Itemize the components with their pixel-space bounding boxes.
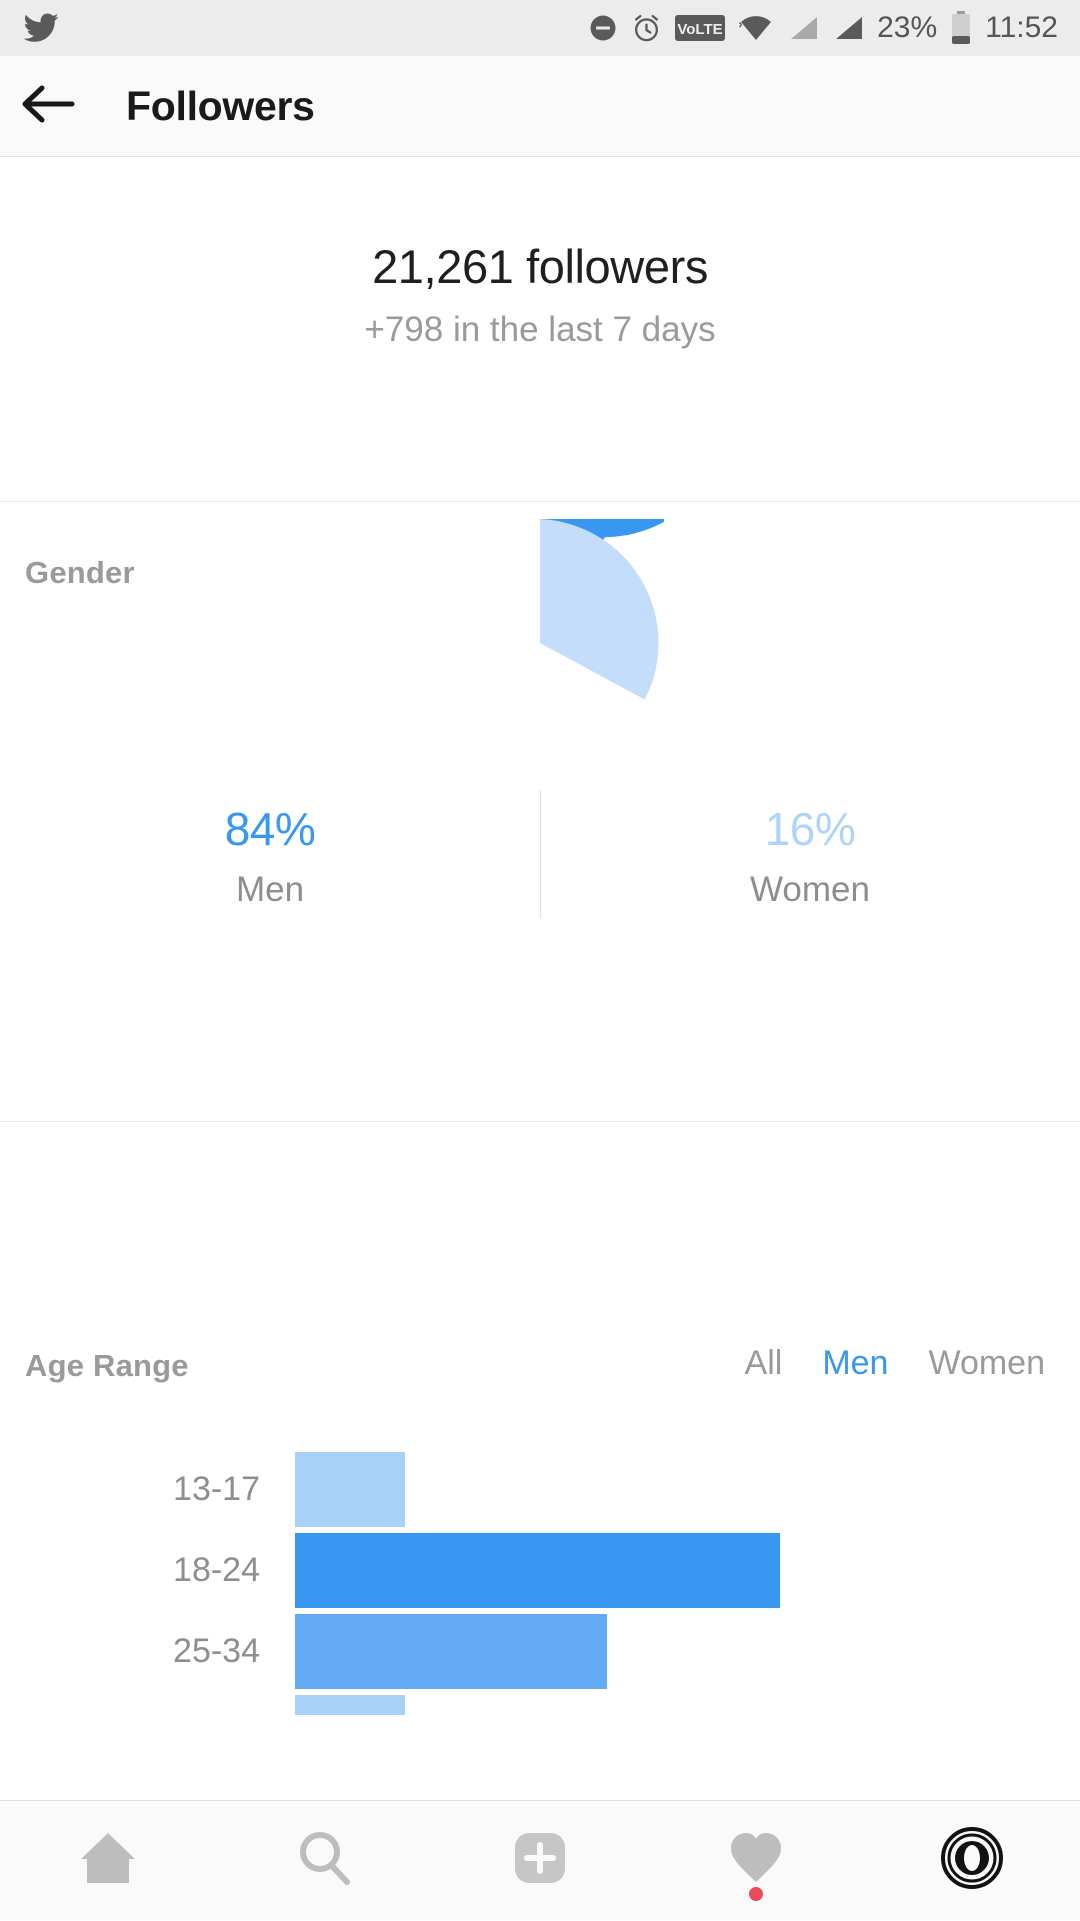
men-label: Men: [235, 870, 305, 909]
nav-activity[interactable]: [648, 1801, 864, 1921]
gender-section-label: Gender: [25, 555, 135, 590]
followers-summary: 21,261 followers +798 in the last 7 days: [0, 157, 1080, 502]
bar-category-label: 18-24: [173, 1551, 260, 1589]
pie-slice-women: [540, 519, 659, 700]
twitter-bird-icon: [22, 9, 60, 47]
battery-icon: [950, 11, 972, 45]
bar-13-17: [295, 1452, 405, 1527]
age-range-header: Age Range All Men Women: [0, 1344, 1080, 1408]
bar-35-44-clipped: [295, 1695, 405, 1715]
bar-row-clipped: [0, 1695, 1080, 1715]
status-bar: VoLTE 23% 11:52: [0, 0, 1080, 56]
back-arrow-icon: [20, 81, 76, 132]
activity-badge-dot: [749, 1886, 763, 1901]
bar-row: 25-34: [0, 1614, 1080, 1689]
women-percent: 16%: [764, 803, 856, 855]
legend-divider: [540, 790, 541, 918]
tab-men[interactable]: Men: [822, 1344, 888, 1383]
gender-section: Gender 84% Men 16% Women: [0, 289, 1080, 1122]
home-icon: [77, 1829, 139, 1892]
clock-label: 11:52: [985, 11, 1058, 44]
women-label: Women: [750, 870, 870, 909]
bar-row: 13-17: [0, 1452, 1080, 1527]
gender-legend-men: 84% Men: [0, 802, 540, 932]
profile-camera-icon: [941, 1827, 1003, 1894]
nav-add-post[interactable]: [432, 1801, 648, 1921]
nav-home[interactable]: [0, 1801, 216, 1921]
tab-all[interactable]: All: [745, 1344, 783, 1383]
battery-percent-label: 23%: [877, 11, 938, 44]
app-header: Followers: [0, 56, 1080, 157]
age-range-label: Age Range: [25, 1348, 189, 1383]
back-button[interactable]: [0, 56, 96, 157]
age-range-bar-chart: 13-17 18-24 25-34: [0, 1452, 1080, 1721]
age-range-tabs: All Men Women: [745, 1344, 1045, 1383]
gender-legend-women: 16% Women: [540, 802, 1080, 932]
bar-category-label: 13-17: [173, 1470, 260, 1508]
page-title: Followers: [126, 82, 315, 129]
bottom-navigation-bar: [0, 1800, 1080, 1920]
alarm-clock-icon: [631, 13, 662, 44]
bar-row: 18-24: [0, 1533, 1080, 1608]
bar-25-34: [295, 1614, 607, 1689]
followers-count: 21,261 followers: [372, 240, 708, 293]
age-range-section: Age Range All Men Women 13-17 18-24 25-3…: [0, 1122, 1080, 1802]
signal-sim2-icon: [832, 13, 864, 43]
bar-category-label: 25-34: [173, 1632, 260, 1670]
nav-profile[interactable]: [864, 1801, 1080, 1921]
bar-18-24: [295, 1533, 780, 1608]
nav-search[interactable]: [216, 1801, 432, 1921]
followers-delta: +798 in the last 7 days: [364, 310, 716, 349]
search-icon: [295, 1829, 353, 1892]
add-post-icon: [511, 1829, 569, 1892]
status-bar-left: [22, 9, 60, 47]
tab-women[interactable]: Women: [928, 1344, 1045, 1383]
svg-text:VoLTE: VoLTE: [677, 21, 722, 38]
gender-pie-chart: [416, 289, 729, 767]
wifi-icon: [738, 13, 774, 43]
signal-sim1-icon: [787, 13, 819, 43]
do-not-disturb-icon: [588, 13, 618, 43]
volte-icon: VoLTE: [675, 13, 726, 43]
men-percent: 84%: [224, 803, 316, 855]
heart-activity-icon: [727, 1830, 785, 1891]
status-bar-right: VoLTE 23% 11:52: [588, 11, 1058, 45]
